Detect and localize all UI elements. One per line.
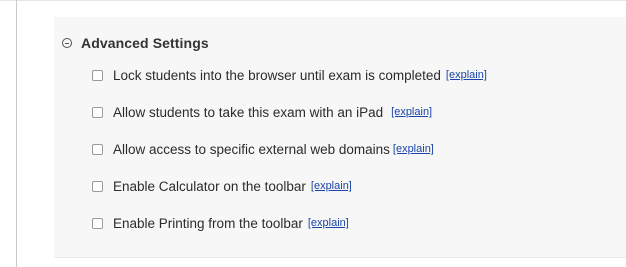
ipad-checkbox[interactable] <box>92 106 103 118</box>
calculator-checkbox[interactable] <box>92 180 103 192</box>
option-printing: Enable Printing from the toolbar [explai… <box>92 213 487 233</box>
advanced-settings-panel: Advanced Settings Lock students into the… <box>54 17 626 258</box>
section-title: Advanced Settings <box>81 35 209 51</box>
explain-link[interactable]: [explain] <box>311 180 352 192</box>
option-calculator: Enable Calculator on the toolbar [explai… <box>92 176 487 196</box>
option-label: Allow students to take this exam with an… <box>113 104 384 120</box>
external-domains-checkbox[interactable] <box>92 143 103 155</box>
explain-link[interactable]: [explain] <box>446 69 487 81</box>
option-label: Lock students into the browser until exa… <box>113 67 441 83</box>
explain-link[interactable]: [explain] <box>393 143 434 155</box>
option-label: Enable Printing from the toolbar <box>113 215 303 231</box>
lock-browser-checkbox[interactable] <box>92 69 103 81</box>
advanced-settings-header[interactable]: Advanced Settings <box>62 33 209 53</box>
collapse-minus-icon[interactable] <box>62 38 72 48</box>
printing-checkbox[interactable] <box>92 217 103 229</box>
option-ipad: Allow students to take this exam with an… <box>92 102 487 122</box>
top-divider <box>0 0 626 1</box>
option-external-domains: Allow access to specific external web do… <box>92 139 487 159</box>
option-label: Enable Calculator on the toolbar <box>113 178 306 194</box>
options-list: Lock students into the browser until exa… <box>92 65 487 250</box>
option-label: Allow access to specific external web do… <box>113 141 390 157</box>
left-border-line <box>16 0 17 267</box>
explain-link[interactable]: [explain] <box>308 217 349 229</box>
explain-link[interactable]: [explain] <box>391 106 432 118</box>
option-lock-browser: Lock students into the browser until exa… <box>92 65 487 85</box>
